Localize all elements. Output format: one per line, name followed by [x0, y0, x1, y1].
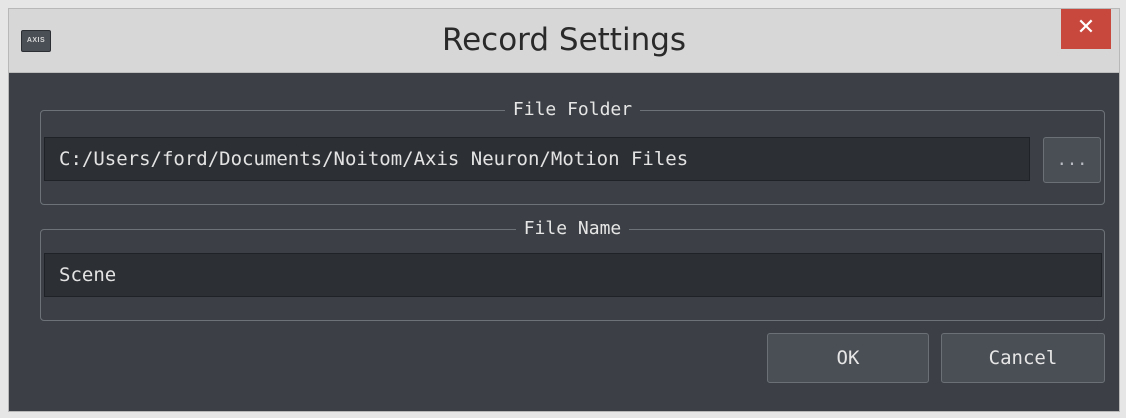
file-name-group: File Name Scene [40, 218, 1105, 321]
browse-folder-button[interactable]: ... [1043, 137, 1101, 183]
file-name-legend: File Name [41, 217, 1104, 241]
file-folder-legend: File Folder [41, 98, 1104, 122]
record-settings-dialog: AXIS Record Settings ✕ File Folder C:/Us… [8, 8, 1120, 412]
dialog-title: Record Settings [441, 22, 687, 58]
close-icon: ✕ [1076, 15, 1096, 40]
file-folder-path-field[interactable]: C:/Users/ford/Documents/Noitom/Axis Neur… [44, 137, 1030, 181]
cancel-button[interactable]: Cancel [941, 333, 1105, 383]
close-button[interactable]: ✕ [1061, 9, 1111, 49]
file-name-field[interactable]: Scene [44, 253, 1102, 297]
title-bar: AXIS Record Settings ✕ [9, 9, 1119, 73]
file-folder-group: File Folder C:/Users/ford/Documents/Noit… [40, 99, 1105, 205]
file-folder-legend-text: File Folder [504, 99, 641, 120]
file-name-legend-text: File Name [515, 218, 630, 239]
ok-button[interactable]: OK [767, 333, 929, 383]
